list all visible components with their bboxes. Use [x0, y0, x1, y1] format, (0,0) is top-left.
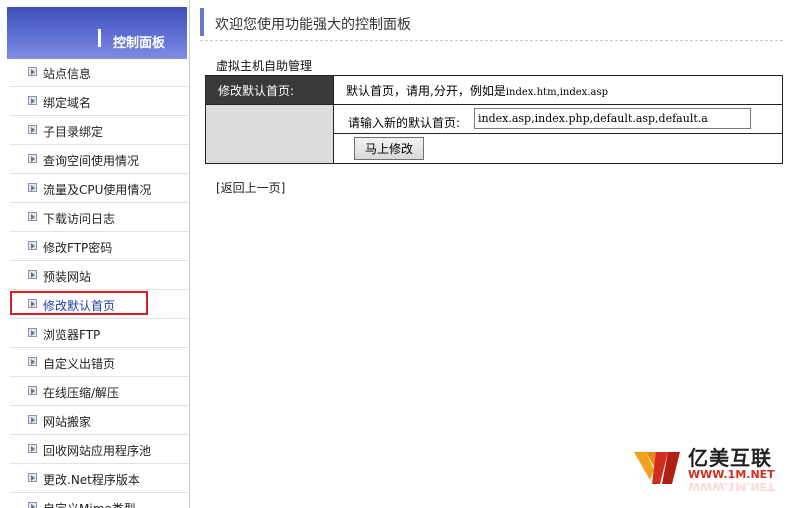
bullet-icon [28, 357, 37, 366]
sidebar-item-label: 子目录绑定 [43, 125, 104, 139]
sidebar-item-label: 修改默认首页 [43, 299, 116, 313]
bullet-icon [28, 183, 37, 192]
sidebar-nav: 站点信息 绑定域名 子目录绑定 查询空间使用情况 流量及CPU使用情况 下载访问… [0, 58, 189, 508]
input-cell: 请输入新的默认首页: 马上修改 [333, 104, 783, 164]
info-prefix: 默认首页，请用,分开，例如是 [346, 83, 506, 98]
bullet-icon [28, 502, 37, 508]
sidebar-item-label: 下载访问日志 [43, 212, 116, 226]
sidebar-item-label: 自定义出错页 [43, 357, 116, 371]
info-cell: 默认首页，请用,分开，例如是index.htm,index.asp [333, 75, 783, 105]
sidebar-item-label: 预装网站 [43, 270, 92, 284]
sidebar-item-label: 查询空间使用情况 [43, 154, 140, 168]
info-example: index.htm,index.asp [505, 86, 608, 98]
sidebar-item-site-info[interactable]: 站点信息 [10, 58, 189, 87]
back-link[interactable]: [返回上一页] [216, 179, 285, 196]
page-header: 欢迎您使用功能强大的控制面板 [200, 8, 787, 36]
sidebar-item-custom-error-page[interactable]: 自定义出错页 [10, 348, 189, 377]
sidebar-item-label: 更改.Net程序版本 [43, 473, 140, 487]
empty-label-cell [205, 104, 334, 164]
sidebar-item-ftp-password[interactable]: 修改FTP密码 [10, 232, 189, 261]
sidebar-item-label: 站点信息 [43, 67, 92, 81]
submit-button[interactable]: 马上修改 [354, 137, 424, 160]
brand-logo-icon [634, 452, 680, 484]
row-divider [334, 133, 782, 134]
sidebar-item-label: 自定义Mime类型 [43, 500, 136, 508]
sidebar-item-browser-ftp[interactable]: 浏览器FTP [10, 319, 189, 348]
watermark-url-reflection: WWW.1M.NET [688, 480, 775, 493]
sidebar-item-traffic-cpu[interactable]: 流量及CPU使用情况 [10, 174, 189, 203]
bullet-icon [28, 96, 37, 105]
sidebar-item-label: 在线压缩/解压 [43, 386, 120, 400]
bullet-icon [28, 299, 37, 308]
bullet-icon [28, 154, 37, 163]
sidebar-item-subdir-bind[interactable]: 子目录绑定 [10, 116, 189, 145]
sidebar-item-label: 修改FTP密码 [43, 241, 113, 255]
sidebar-item-space-usage[interactable]: 查询空间使用情况 [10, 145, 189, 174]
sidebar-item-label: 绑定域名 [43, 96, 92, 110]
sidebar-item-label: 网站搬家 [43, 415, 92, 429]
sidebar-item-preinstall-site[interactable]: 预装网站 [10, 261, 189, 290]
sidebar-title: 控制面板 [113, 36, 166, 51]
sidebar-item-download-logs[interactable]: 下载访问日志 [10, 203, 189, 232]
bullet-icon [28, 212, 37, 221]
bullet-icon [28, 270, 37, 279]
bullet-icon [28, 67, 37, 76]
sidebar-item-net-version[interactable]: 更改.Net程序版本 [10, 464, 189, 493]
bullet-icon [28, 386, 37, 395]
section-title: 虚拟主机自助管理 [216, 59, 313, 73]
sidebar: 控制面板 站点信息 绑定域名 子目录绑定 查询空间使用情况 流量及CPU使用情况… [0, 0, 190, 508]
sidebar-item-site-migration[interactable]: 网站搬家 [10, 406, 189, 435]
sidebar-item-label: 流量及CPU使用情况 [43, 183, 152, 197]
bullet-icon [28, 328, 37, 337]
bullet-icon [28, 473, 37, 482]
bullet-icon [28, 125, 37, 134]
sidebar-item-default-page[interactable]: 修改默认首页 [10, 290, 189, 319]
bullet-icon [28, 415, 37, 424]
sidebar-item-label: 浏览器FTP [43, 328, 101, 342]
watermark-brand: 亿美互联 [688, 446, 772, 470]
row-label: 修改默认首页: [205, 75, 334, 105]
sidebar-header: 控制面板 [7, 7, 187, 59]
sidebar-item-label: 回收网站应用程序池 [43, 444, 152, 458]
default-page-input[interactable] [474, 108, 751, 129]
bullet-icon [28, 444, 37, 453]
sidebar-item-online-compress[interactable]: 在线压缩/解压 [10, 377, 189, 406]
info-text: 默认首页，请用,分开，例如是index.htm,index.asp [346, 84, 608, 98]
sidebar-item-recycle-app-pool[interactable]: 回收网站应用程序池 [10, 435, 189, 464]
sidebar-item-custom-mime[interactable]: 自定义Mime类型 [10, 493, 189, 508]
new-default-page-label: 请输入新的默认首页: [348, 116, 461, 130]
sidebar-item-bind-domain[interactable]: 绑定域名 [10, 87, 189, 116]
header-divider [200, 40, 783, 42]
default-page-form: 修改默认首页: 默认首页，请用,分开，例如是index.htm,index.as… [205, 75, 783, 164]
bullet-icon [28, 241, 37, 250]
watermark: 亿美互联 WWW.1M.NET WWW.1M.NET [632, 440, 782, 496]
page-title: 欢迎您使用功能强大的控制面板 [215, 17, 411, 33]
sidebar-header-bar [98, 29, 101, 47]
